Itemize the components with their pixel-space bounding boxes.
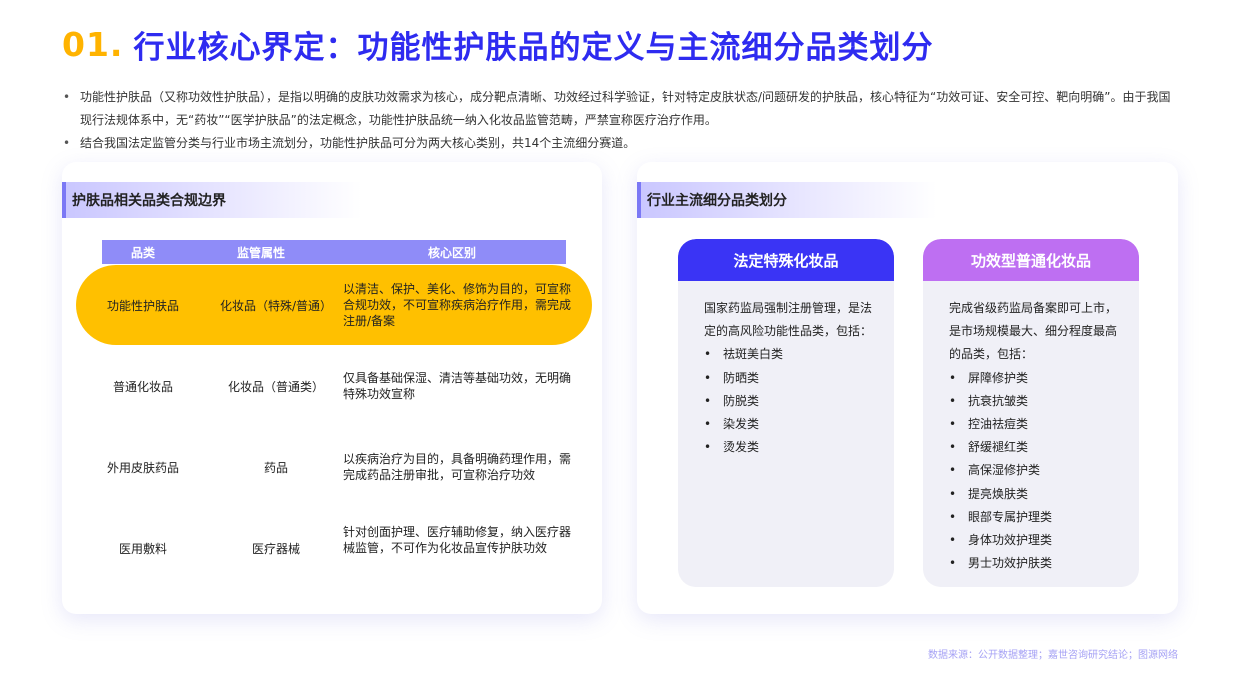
list-item-label: 高保湿修护类 [968, 463, 1041, 478]
cell-category: 医用敷料 [118, 542, 167, 556]
list-item-label: 烫发类 [723, 440, 760, 455]
bullet-dot-icon: • [949, 556, 957, 571]
column-header: 核心区别 [427, 245, 476, 260]
column-header: 监管属性 [236, 245, 285, 260]
list-item-label: 眼部专属护理类 [968, 509, 1053, 524]
list-item-label: 男士功效护肤类 [968, 556, 1053, 571]
bullet-dot-icon: • [704, 347, 712, 362]
cell-difference: 仅具备基础保湿、清洁等基础功效，无明确特殊功效宣称 [343, 371, 572, 401]
bullet-dot-icon: • [949, 533, 957, 548]
bullet-dot-icon: • [704, 370, 712, 385]
list-item: • 控油祛痘类 [949, 413, 1125, 436]
list-item: • 防晒类 [704, 367, 880, 390]
table-row-highlight: 功能性护肤品 化妆品（特殊/普通） 以清洁、保护、美化、修饰为目的，可宣称合规功… [76, 265, 592, 345]
bullet-dot-icon: • [704, 393, 712, 408]
cell-difference: 以疾病治疗为目的，具备明确药理作用，需完成药品注册审批，可宣称治疗功效 [343, 452, 572, 482]
table-header: 品类 监管属性 核心区别 [102, 240, 566, 264]
section-number: 01. [62, 24, 124, 64]
bullet-dot-icon: • [704, 417, 712, 432]
bullet-dot-icon: • [704, 440, 712, 455]
list-item: • 舒缓褪红类 [949, 436, 1125, 459]
bullet-dot-icon: • [949, 440, 957, 455]
segmentation-panel: 行业主流细分品类划分 法定特殊化妆品 国家药监局强制注册管理，是法定的高风险功能… [637, 162, 1178, 614]
list-item: • 祛斑美白类 [704, 343, 880, 366]
list-item-label: 屏障修护类 [968, 370, 1029, 385]
panel-title: 行业主流细分品类划分 [637, 182, 937, 218]
card-title: 功效型普通化妆品 [923, 239, 1139, 281]
card-body: 完成省级药监局备案即可上市，是市场规模最大、细分程度最高的品类，包括： • 屏障修… [923, 281, 1139, 575]
cell-difference: 以清洁、保护、美化、修饰为目的，可宣称合规功效，不可宣称疾病治疗作用，需完成注册… [343, 282, 572, 328]
compliance-panel: 护肤品相关品类合规边界 品类 监管属性 核心区别 功能性护肤品 化妆品（特殊/普… [62, 162, 602, 614]
intro-text: 功能性护肤品（又称功效性护肤品），是指以明确的皮肤功效需求为核心，成分靶点清晰、… [80, 90, 1171, 127]
list-item-label: 防晒类 [723, 370, 760, 385]
bullet-dot-icon: • [949, 417, 957, 432]
card-special-cosmetics: 法定特殊化妆品 国家药监局强制注册管理，是法定的高风险功能性品类，包括： • 祛斑… [678, 239, 894, 587]
intro-bullet: • 功能性护肤品（又称功效性护肤品），是指以明确的皮肤功效需求为核心，成分靶点清… [62, 86, 1182, 132]
list-item: • 抗衰抗皱类 [949, 390, 1125, 413]
data-source-note: 数据来源：公开数据整理；嘉世咨询研究结论；图源网络 [928, 650, 1178, 661]
intro-bullets: • 功能性护肤品（又称功效性护肤品），是指以明确的皮肤功效需求为核心，成分靶点清… [62, 86, 1182, 155]
list-item-label: 染发类 [723, 417, 760, 432]
list-item: • 眼部专属护理类 [949, 506, 1125, 529]
card-title: 法定特殊化妆品 [678, 239, 894, 281]
intro-text: 结合我国法定监管分类与行业市场主流划分，功能性护肤品可分为两大核心类别，共14个… [80, 136, 636, 150]
card-description: 国家药监局强制注册管理，是法定的高风险功能性品类，包括： [704, 301, 873, 339]
list-item: • 防脱类 [704, 390, 880, 413]
page-title: 01. 行业核心界定：功能性护肤品的定义与主流细分品类划分 [62, 22, 933, 66]
bullet-dot-icon: • [949, 486, 957, 501]
intro-bullet: • 结合我国法定监管分类与行业市场主流划分，功能性护肤品可分为两大核心类别，共1… [62, 132, 1182, 155]
title-text: 行业核心界定：功能性护肤品的定义与主流细分品类划分 [133, 29, 934, 66]
cell-category: 功能性护肤品 [106, 299, 179, 313]
list-item: • 提亮焕肤类 [949, 483, 1125, 506]
list-item: • 男士功效护肤类 [949, 552, 1125, 575]
list-item-label: 抗衰抗皱类 [968, 393, 1029, 408]
list-item: • 烫发类 [704, 436, 880, 459]
cell-attribute: 药品 [263, 461, 288, 475]
bullet-dot-icon: • [949, 509, 957, 524]
cell-category: 普通化妆品 [112, 380, 173, 394]
card-description: 完成省级药监局备案即可上市，是市场规模最大、细分程度最高的品类，包括： [949, 301, 1118, 362]
cell-attribute: 化妆品（普通类） [227, 380, 324, 394]
list-item-label: 身体功效护理类 [968, 533, 1053, 548]
cell-category: 外用皮肤药品 [106, 461, 179, 475]
list-item-label: 控油祛痘类 [968, 417, 1029, 432]
card-body: 国家药监局强制注册管理，是法定的高风险功能性品类，包括： • 祛斑美白类 • 防晒类… [678, 281, 894, 459]
bullet-dot-icon: • [63, 90, 71, 104]
list-item: • 高保湿修护类 [949, 459, 1125, 482]
list-item-label: 祛斑美白类 [723, 347, 784, 362]
bullet-dot-icon: • [949, 463, 957, 478]
cell-attribute: 化妆品（特殊/普通） [219, 299, 333, 313]
bullet-dot-icon: • [949, 393, 957, 408]
cell-difference: 针对创面护理、医疗辅助修复，纳入医疗器械监管，不可作为化妆品宣传护肤功效 [343, 525, 572, 555]
list-item-label: 防脱类 [723, 393, 760, 408]
list-item-label: 提亮焕肤类 [968, 486, 1029, 501]
card-efficacy-cosmetics: 功效型普通化妆品 完成省级药监局备案即可上市，是市场规模最大、细分程度最高的品类… [923, 239, 1139, 587]
list-item: • 染发类 [704, 413, 880, 436]
list-item: • 身体功效护理类 [949, 529, 1125, 552]
panel-title: 护肤品相关品类合规边界 [62, 182, 362, 218]
bullet-dot-icon: • [949, 370, 957, 385]
column-header: 品类 [130, 245, 155, 260]
list-item-label: 舒缓褪红类 [968, 440, 1029, 455]
cell-attribute: 医疗器械 [251, 542, 300, 556]
bullet-dot-icon: • [63, 136, 71, 150]
list-item: • 屏障修护类 [949, 367, 1125, 390]
